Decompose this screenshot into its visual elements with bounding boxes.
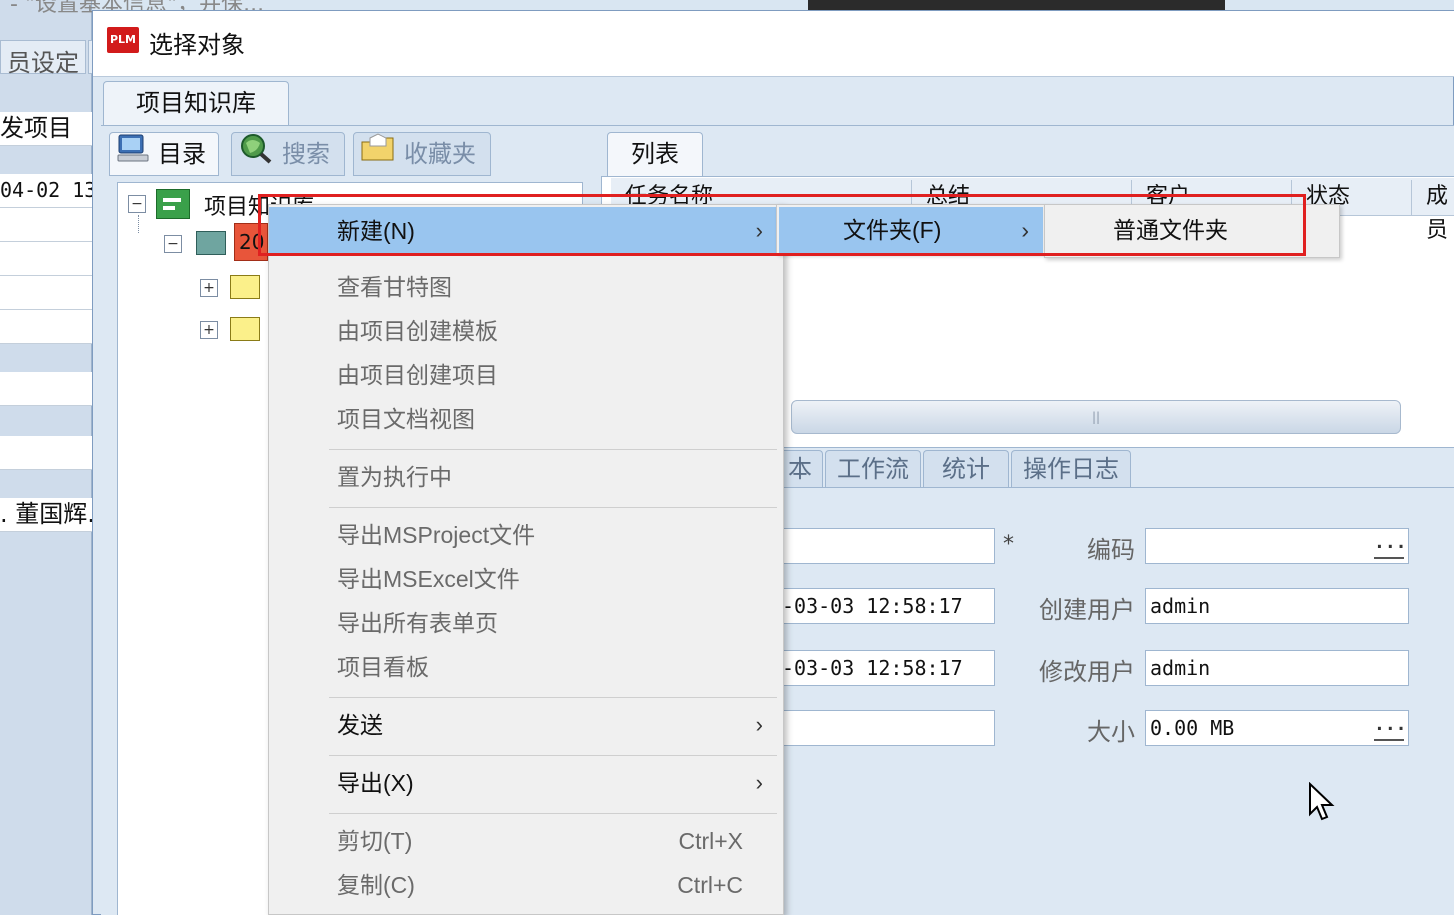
project-root-icon: [156, 189, 190, 219]
background-tab[interactable]: 员设定: [0, 40, 86, 74]
horizontal-scrollbar[interactable]: ||: [791, 400, 1401, 434]
menu-separator: [329, 813, 777, 814]
background-row[interactable]: [0, 310, 92, 344]
created-time-field[interactable]: -03-03 12:58:17: [777, 588, 995, 624]
menu-separator: [329, 507, 777, 508]
cut-shortcut: Ctrl+X: [678, 828, 743, 854]
menu-item-kanban[interactable]: 项目看板: [269, 645, 783, 689]
tab-directory[interactable]: 目录: [109, 132, 219, 176]
folder-icon: [230, 275, 260, 299]
tab-statistics[interactable]: 统计: [923, 450, 1009, 488]
size-field[interactable]: 0.00 MB ...: [1145, 710, 1409, 746]
extra-field[interactable]: [777, 710, 995, 746]
favorites-folder-icon: [360, 132, 396, 177]
dialog-title: 选择对象: [149, 31, 245, 59]
menu-item-copy[interactable]: 复制(C) Ctrl+C: [269, 863, 783, 907]
column-header[interactable]: 成员: [1411, 180, 1454, 243]
menu-item-export-msexcel[interactable]: 导出MSExcel文件: [269, 557, 783, 601]
menu-item-export-msproject[interactable]: 导出MSProject文件: [269, 513, 783, 557]
modifier-field[interactable]: admin: [1145, 650, 1409, 686]
tab-directory-label: 目录: [158, 140, 206, 168]
menu-item-doc-view[interactable]: 项目文档视图: [269, 397, 783, 441]
menu-item-export-all-forms[interactable]: 导出所有表单页: [269, 601, 783, 645]
context-menu: 新建(N) › 查看甘特图 由项目创建模板 由项目创建项目 项目文档视图 置为执…: [268, 204, 784, 915]
menu-item-cut-label: 剪切(T): [337, 828, 413, 854]
tab-list[interactable]: 列表: [607, 132, 703, 176]
name-field[interactable]: [777, 528, 995, 564]
search-globe-icon: [238, 131, 274, 178]
menu-item-cut[interactable]: 剪切(T) Ctrl+X: [269, 819, 783, 863]
background-row[interactable]: . 董国辉.: [0, 498, 92, 532]
background-row[interactable]: 04-02 13: [0, 174, 92, 208]
tab-favorites[interactable]: 收藏夹: [353, 132, 491, 176]
tree-connector: [138, 215, 139, 233]
required-mark: *: [1003, 532, 1014, 557]
tab-workflow[interactable]: 工作流: [825, 450, 921, 488]
menu-item-create-project[interactable]: 由项目创建项目: [269, 353, 783, 397]
menu-separator: [329, 449, 777, 450]
mouse-cursor-icon: [1308, 781, 1336, 826]
collapse-icon[interactable]: −: [164, 235, 182, 253]
background-row[interactable]: [0, 436, 92, 470]
tab-operation-log[interactable]: 操作日志: [1011, 450, 1131, 488]
dialog-titlebar: PLM 选择对象: [93, 11, 1454, 77]
menu-item-gantt[interactable]: 查看甘特图: [269, 265, 783, 309]
copy-shortcut: Ctrl+C: [677, 872, 743, 898]
menu-separator: [329, 697, 777, 698]
tab-project-knowledge-base[interactable]: 项目知识库: [103, 81, 289, 127]
menu-item-create-template[interactable]: 由项目创建模板: [269, 309, 783, 353]
code-browse-button[interactable]: ...: [1374, 531, 1407, 559]
expand-icon[interactable]: +: [200, 279, 218, 297]
modified-time-field[interactable]: -03-03 12:58:17: [777, 650, 995, 686]
background-row[interactable]: 发项目: [0, 112, 92, 146]
background-row[interactable]: [0, 372, 92, 406]
menu-separator: [329, 755, 777, 756]
computer-icon: [116, 132, 150, 177]
menu-item-export[interactable]: 导出(X) ›: [269, 761, 783, 805]
modifier-label: 修改用户: [1039, 658, 1135, 686]
menu-item-copy-label: 复制(C): [337, 872, 415, 898]
collapse-icon[interactable]: −: [128, 195, 146, 213]
tab-favorites-label: 收藏夹: [404, 140, 476, 168]
code-label: 编码: [1087, 536, 1135, 564]
menu-item-send[interactable]: 发送 ›: [269, 703, 783, 747]
menu-item-send-label: 发送: [337, 712, 383, 738]
background-row[interactable]: [0, 242, 92, 276]
size-browse-button[interactable]: ...: [1374, 713, 1407, 741]
expand-icon[interactable]: +: [200, 321, 218, 339]
project-folder-icon: [196, 231, 226, 255]
creator-label: 创建用户: [1039, 596, 1135, 624]
creator-field[interactable]: admin: [1145, 588, 1409, 624]
size-label: 大小: [1087, 718, 1135, 746]
tab-search[interactable]: 搜索: [231, 132, 345, 176]
plm-logo-icon: PLM: [107, 27, 139, 53]
folder-icon: [230, 317, 260, 341]
menu-item-set-executing[interactable]: 置为执行中: [269, 455, 783, 499]
chevron-right-icon: ›: [755, 712, 763, 737]
tab-search-label: 搜索: [282, 140, 330, 168]
background-row[interactable]: [0, 208, 92, 242]
annotation-highlight-box: [258, 194, 1306, 256]
chevron-right-icon: ›: [755, 770, 763, 795]
menu-item-export-label: 导出(X): [337, 770, 414, 796]
background-row[interactable]: [0, 276, 92, 310]
size-value: 0.00 MB: [1150, 716, 1235, 740]
code-field[interactable]: ...: [1145, 528, 1409, 564]
background-tab-strip: 员设定其: [0, 40, 92, 74]
